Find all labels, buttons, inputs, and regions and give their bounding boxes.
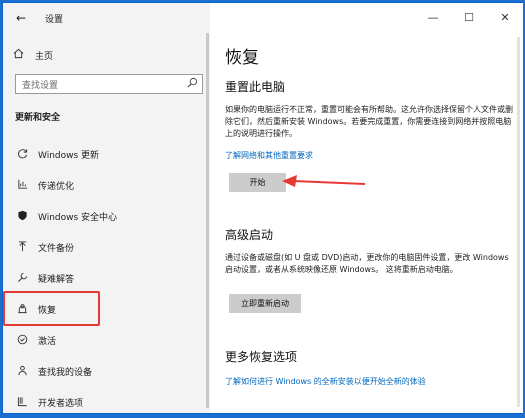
- sidebar-item-troubleshoot[interactable]: 疑难解答: [3, 263, 210, 294]
- sidebar-item-label: 疑难解答: [38, 275, 75, 285]
- reset-heading: 重置此电脑: [225, 80, 286, 94]
- wrench-icon: [15, 272, 29, 286]
- restart-now-button[interactable]: 立即重新启动: [229, 294, 301, 313]
- sidebar-scrollbar[interactable]: [206, 33, 209, 408]
- reset-description: 如果你的电脑运行不正常，重置可能会有所帮助。这允许你选择保留个人文件或删除它们，…: [225, 105, 513, 138]
- advanced-startup-heading: 高级启动: [225, 228, 274, 242]
- more-recovery-heading: 更多恢复选项: [225, 350, 298, 364]
- sidebar-item-label: 恢复: [38, 306, 57, 316]
- recovery-icon: [15, 303, 29, 317]
- check-circle-icon: [15, 334, 29, 348]
- app-title: 设置: [45, 15, 64, 25]
- sidebar-item-label: 文件备份: [38, 244, 75, 254]
- person-pin-icon: [15, 365, 29, 379]
- sidebar-nav: Windows 更新 传递优化 Windows 安全中心 文件备份 疑难解答 恢…: [3, 139, 210, 418]
- sidebar-item-delivery-optimization[interactable]: 传递优化: [3, 170, 210, 201]
- sidebar-item-label: Windows 安全中心: [38, 213, 118, 223]
- sidebar-item-label: 传递优化: [38, 182, 75, 192]
- main-content: — ☐ ✕ 恢复 重置此电脑 如果你的电脑运行不正常，重置可能会有所帮助。这允许…: [210, 3, 523, 413]
- settings-window: ← 设置 主页 查找设置 更新和安全 Windows 更新 传递优化 Windo…: [2, 2, 523, 414]
- sidebar-item-label: 查找我的设备: [38, 368, 93, 378]
- clean-install-link[interactable]: 了解如何进行 Windows 的全新安装以便开始全新的体验: [225, 376, 426, 387]
- main-scrollbar-thumb[interactable]: [517, 37, 520, 407]
- section-heading: 更新和安全: [15, 113, 61, 123]
- advanced-startup-description: 通过设备或磁盘(如 U 盘或 DVD)启动，更改你的电脑固件设置，更改 Wind…: [225, 253, 509, 274]
- reset-requirements-link[interactable]: 了解网络和其他重置要求: [225, 150, 313, 161]
- shield-icon: [15, 210, 29, 224]
- reset-start-button[interactable]: 开始: [229, 173, 286, 192]
- sidebar-item-windows-update[interactable]: Windows 更新: [3, 139, 210, 170]
- minimize-button[interactable]: —: [415, 3, 451, 33]
- search-input[interactable]: 查找设置: [15, 74, 203, 94]
- sidebar-item-activation[interactable]: 激活: [3, 325, 210, 356]
- sidebar-item-find-device[interactable]: 查找我的设备: [3, 356, 210, 387]
- annotation-arrow-icon: [282, 175, 366, 187]
- close-button[interactable]: ✕: [487, 3, 523, 33]
- sidebar-item-developers[interactable]: 开发者选项: [3, 387, 210, 418]
- sidebar-item-backup[interactable]: 文件备份: [3, 232, 210, 263]
- main-scrollbar[interactable]: [516, 37, 521, 407]
- upload-icon: [15, 240, 29, 255]
- home-label: 主页: [35, 51, 54, 62]
- search-icon[interactable]: [182, 77, 202, 91]
- sidebar-item-label: Windows 更新: [38, 151, 100, 161]
- back-arrow-icon[interactable]: ←: [13, 10, 29, 26]
- sidebar-item-label: 激活: [38, 337, 57, 347]
- page-title: 恢复: [225, 48, 259, 68]
- sidebar-item-windows-security[interactable]: Windows 安全中心: [3, 201, 210, 232]
- search-placeholder: 查找设置: [22, 80, 59, 91]
- sidebar-item-label: 开发者选项: [38, 399, 84, 409]
- delivery-icon: [15, 179, 29, 193]
- maximize-button[interactable]: ☐: [451, 3, 487, 33]
- title-bar: ← 设置: [3, 3, 210, 33]
- home-link[interactable]: 主页: [13, 47, 53, 63]
- sidebar-item-recovery[interactable]: 恢复: [3, 294, 210, 325]
- developer-icon: [15, 396, 29, 410]
- refresh-icon: [15, 148, 29, 162]
- sidebar: ← 设置 主页 查找设置 更新和安全 Windows 更新 传递优化 Windo…: [3, 3, 210, 413]
- window-controls: — ☐ ✕: [415, 3, 523, 33]
- home-icon: [13, 48, 27, 62]
